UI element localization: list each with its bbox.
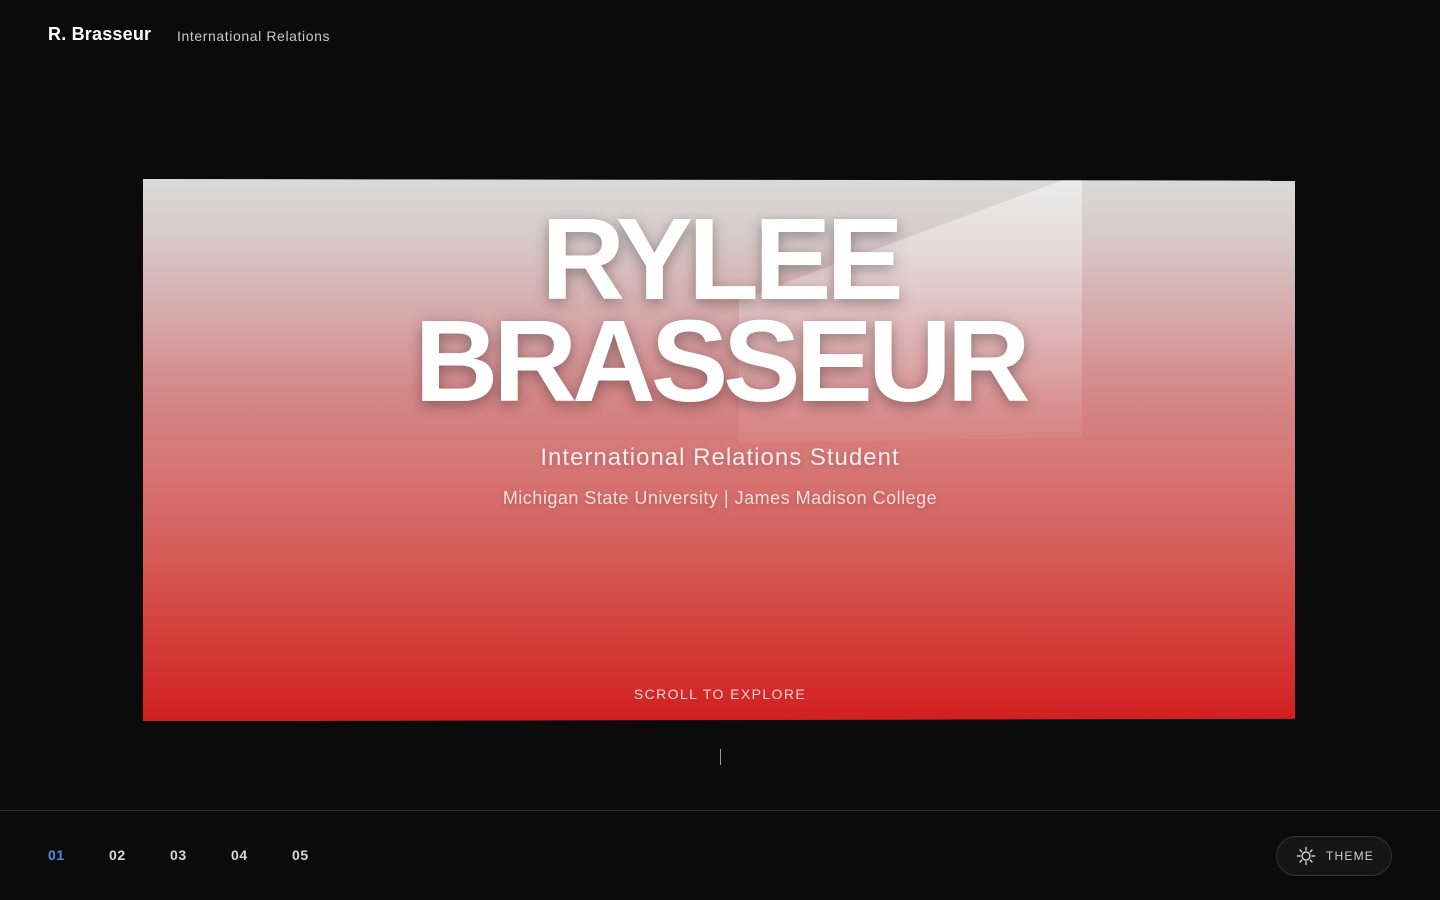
sun-icon [1296,846,1316,866]
site-footer: 01 02 03 04 05 THEME [0,810,1440,900]
page: R. Brasseur International Relations RYLE… [0,0,1440,900]
hero-title-first-name: RYLEE [541,194,903,324]
nav-item-03[interactable]: 03 [170,847,231,863]
hero-title-last-name: BRASSEUR [414,296,1031,426]
nav-item-05[interactable]: 05 [292,847,353,863]
nav-item-04[interactable]: 04 [231,847,292,863]
brand-logo[interactable]: R. Brasseur [48,24,151,45]
hero-subtitle: International Relations Student [540,444,900,471]
scroll-indicator-line [720,749,721,765]
site-header: R. Brasseur International Relations [0,0,1440,72]
theme-toggle-button[interactable]: THEME [1276,836,1392,876]
scroll-to-explore[interactable]: SCROLL TO EXPLORE [0,686,1440,702]
nav-item-02[interactable]: 02 [109,847,170,863]
nav-item-01[interactable]: 01 [48,847,109,863]
hero-school: Michigan State University | James Madiso… [502,488,938,508]
brand-subtitle: International Relations [177,28,331,44]
section-nav: 01 02 03 04 05 [48,847,353,863]
theme-label: THEME [1326,849,1374,863]
